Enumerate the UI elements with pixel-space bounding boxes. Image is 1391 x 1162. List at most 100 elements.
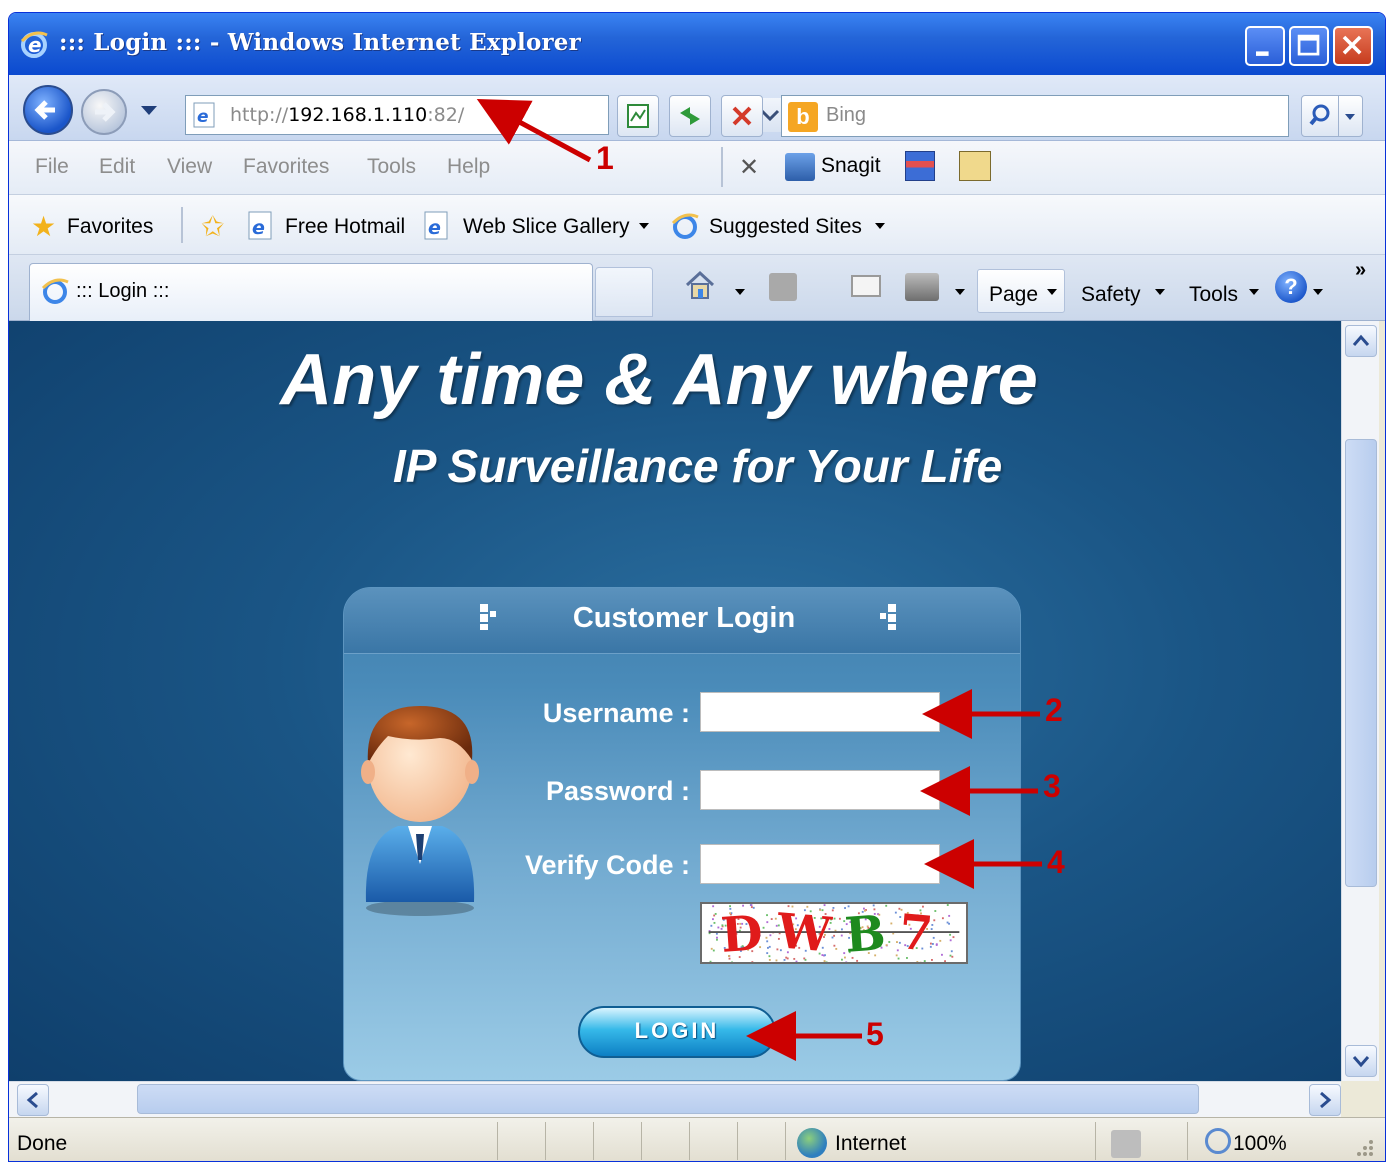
menu-help[interactable]: Help <box>447 155 490 179</box>
horizontal-scrollbar[interactable] <box>9 1081 1341 1117</box>
chevron-down-icon[interactable] <box>639 223 649 229</box>
verify-code-field[interactable] <box>700 844 940 884</box>
help-icon[interactable]: ? <box>1275 271 1307 303</box>
stop-button[interactable] <box>721 95 763 137</box>
resize-grip[interactable] <box>1355 1138 1375 1158</box>
forward-button[interactable] <box>81 89 127 135</box>
svg-text:e: e <box>197 107 209 127</box>
url-text[interactable]: http://192.168.1.110:82/ <box>230 104 464 126</box>
close-button[interactable] <box>1333 26 1373 66</box>
vertical-scrollbar[interactable] <box>1341 321 1379 1081</box>
address-bar[interactable]: e http://192.168.1.110:82/ <box>185 95 784 135</box>
snagit-close-icon[interactable]: ✕ <box>739 153 759 182</box>
zoom-level[interactable]: 100% <box>1233 1132 1287 1156</box>
page-menu-label[interactable]: Page <box>989 283 1038 307</box>
favorite-link-suggested-sites[interactable]: Suggested Sites <box>709 215 862 239</box>
chevron-down-icon <box>1345 114 1355 120</box>
scroll-right-button[interactable] <box>1309 1084 1341 1116</box>
maximize-button[interactable] <box>1289 26 1329 66</box>
safety-menu-button[interactable]: Safety <box>1081 283 1141 307</box>
status-separator <box>785 1122 786 1160</box>
login-title: Customer Login <box>572 602 796 634</box>
chevron-down-icon[interactable] <box>1249 289 1259 295</box>
status-separator <box>689 1122 690 1160</box>
browser-window: e ::: Login ::: - Windows Internet Explo… <box>8 12 1386 1162</box>
captcha-image: DWB7 <box>700 902 968 964</box>
back-button[interactable] <box>23 85 73 135</box>
menu-view[interactable]: View <box>167 155 212 179</box>
tools-menu-button[interactable]: Tools <box>1189 283 1238 307</box>
mail-icon[interactable] <box>851 275 881 297</box>
scroll-up-button[interactable] <box>1345 325 1377 357</box>
snagit-icon[interactable] <box>785 153 815 181</box>
captcha-text: DWB7 <box>702 904 966 964</box>
search-input[interactable]: b Bing <box>781 95 1289 137</box>
feeds-icon[interactable] <box>769 273 797 301</box>
chevron-down-icon[interactable] <box>875 223 885 229</box>
search-options-button[interactable] <box>1339 95 1363 137</box>
snagit-capture-icon[interactable] <box>905 151 935 181</box>
chevron-down-icon[interactable] <box>735 289 745 295</box>
menu-bar: File Edit View Favorites Tools Help ✕ Sn… <box>9 141 1385 195</box>
captcha-char: D <box>719 904 779 964</box>
svg-text:e: e <box>428 217 441 239</box>
close-icon <box>1342 35 1362 55</box>
security-zone-label[interactable]: Internet <box>835 1132 906 1156</box>
scroll-down-button[interactable] <box>1345 1045 1377 1077</box>
title-bar: e ::: Login ::: - Windows Internet Explo… <box>9 13 1385 75</box>
scroll-left-button[interactable] <box>17 1084 49 1116</box>
refresh-button[interactable] <box>669 95 711 137</box>
horizontal-scroll-thumb[interactable] <box>137 1084 1199 1114</box>
status-separator <box>1095 1122 1096 1160</box>
minimize-icon <box>1256 51 1269 56</box>
username-label: Username : <box>542 698 690 728</box>
home-icon[interactable] <box>683 269 717 301</box>
chevron-down-icon[interactable] <box>955 289 965 295</box>
search-placeholder: Bing <box>826 104 867 126</box>
snagit-editor-icon[interactable] <box>959 151 991 181</box>
login-panel-header: Customer Login <box>344 588 1020 654</box>
menu-tools[interactable]: Tools <box>367 155 416 179</box>
zoom-icon[interactable] <box>1205 1128 1231 1154</box>
print-icon[interactable] <box>905 273 939 301</box>
add-favorite-icon[interactable]: ✩ <box>201 213 224 241</box>
status-separator <box>593 1122 594 1160</box>
search-button[interactable] <box>1301 95 1339 137</box>
annotation-label: 2 <box>1045 692 1063 728</box>
chevron-down-icon[interactable] <box>1313 289 1323 295</box>
toolbar-overflow-button[interactable]: » <box>1355 259 1366 282</box>
ie-logo-icon <box>671 213 699 239</box>
vertical-scroll-thumb[interactable] <box>1345 439 1377 887</box>
login-button[interactable]: LOGIN <box>578 1006 776 1058</box>
status-separator <box>737 1122 738 1160</box>
favorite-link-web-slice-gallery[interactable]: Web Slice Gallery <box>463 215 630 239</box>
snagit-button-label[interactable]: Snagit <box>821 154 881 178</box>
username-field[interactable] <box>700 692 940 732</box>
chevron-down-icon[interactable] <box>1047 289 1057 295</box>
password-field[interactable] <box>700 770 940 810</box>
minimize-button[interactable] <box>1245 26 1285 66</box>
address-toolbar: e http://192.168.1.110:82/ b Bing <box>9 75 1385 141</box>
menu-file[interactable]: File <box>35 155 69 179</box>
stop-icon <box>732 106 752 126</box>
favorite-link-hotmail[interactable]: Free Hotmail <box>285 215 405 239</box>
annotation-label: 1 <box>596 140 614 176</box>
window-title: ::: Login ::: - Windows Internet Explore… <box>59 29 581 56</box>
status-separator <box>1187 1122 1188 1160</box>
menu-favorites[interactable]: Favorites <box>243 155 329 179</box>
new-tab-button[interactable] <box>595 267 653 317</box>
ie-logo-icon: e <box>20 31 48 58</box>
favorites-button[interactable]: Favorites <box>67 215 153 239</box>
forward-arrow-icon <box>95 102 116 122</box>
user-avatar-icon <box>361 706 479 916</box>
status-separator <box>497 1122 498 1160</box>
menu-edit[interactable]: Edit <box>99 155 135 179</box>
tab-login[interactable]: ::: Login ::: <box>29 263 593 321</box>
ie-page-icon: e <box>193 102 215 128</box>
protected-mode-icon[interactable] <box>1111 1130 1141 1158</box>
chevron-down-icon[interactable] <box>1155 289 1165 295</box>
recent-pages-dropdown[interactable] <box>139 103 159 117</box>
star-icon[interactable]: ★ <box>31 213 56 241</box>
compatibility-view-button[interactable] <box>617 95 659 137</box>
page-subheadline: IP Surveillance for Your Life <box>393 440 1003 492</box>
